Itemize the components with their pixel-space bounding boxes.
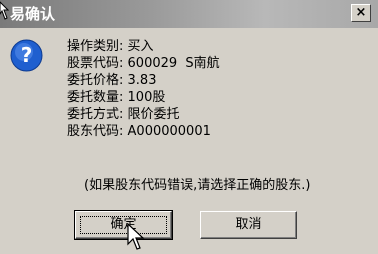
detail-row-stock-code: 股票代码: 600029 S南航 — [67, 55, 220, 72]
cancel-button[interactable]: 取消 — [200, 211, 297, 239]
detail-label: 股东代码: — [67, 124, 124, 139]
cursor-fragment-icon — [0, 1, 10, 20]
confirm-dialog: 易确认 × ? 操作类别: 买入 股票代码: 600029 S南航 委托价格: … — [0, 0, 378, 254]
svg-text:?: ? — [21, 43, 33, 67]
detail-row-price: 委托价格: 3.83 — [67, 72, 220, 89]
detail-value: 3.83 — [127, 73, 157, 88]
detail-label: 股票代码: — [67, 56, 124, 71]
mouse-pointer-icon — [127, 223, 145, 250]
detail-value: 600029 S南航 — [127, 56, 220, 71]
detail-value: A000000001 — [127, 124, 211, 139]
detail-label: 操作类别: — [67, 39, 124, 54]
detail-row-shareholder-code: 股东代码: A000000001 — [67, 123, 220, 140]
close-icon: × — [355, 5, 367, 20]
detail-label: 委托数量: — [67, 90, 124, 105]
dialog-title: 易确认 — [10, 5, 56, 23]
question-icon: ? — [10, 39, 43, 72]
detail-label: 委托方式: — [67, 107, 124, 122]
detail-value: 100股 — [127, 90, 166, 105]
confirm-button[interactable]: 确定 — [74, 210, 173, 240]
detail-row-quantity: 委托数量: 100股 — [67, 89, 220, 106]
detail-value: 买入 — [127, 39, 154, 54]
order-details: 操作类别: 买入 股票代码: 600029 S南航 委托价格: 3.83 委托数… — [67, 38, 220, 140]
title-bar[interactable]: 易确认 × — [0, 0, 378, 28]
detail-label: 委托价格: — [67, 73, 124, 88]
cancel-label: 取消 — [235, 217, 262, 232]
detail-value: 限价委托 — [127, 107, 180, 122]
shareholder-hint: (如果股东代码错误,请选择正确的股东.) — [84, 178, 311, 193]
close-button[interactable]: × — [351, 4, 371, 22]
detail-row-order-type: 委托方式: 限价委托 — [67, 106, 220, 123]
detail-row-operation: 操作类别: 买入 — [67, 38, 220, 55]
